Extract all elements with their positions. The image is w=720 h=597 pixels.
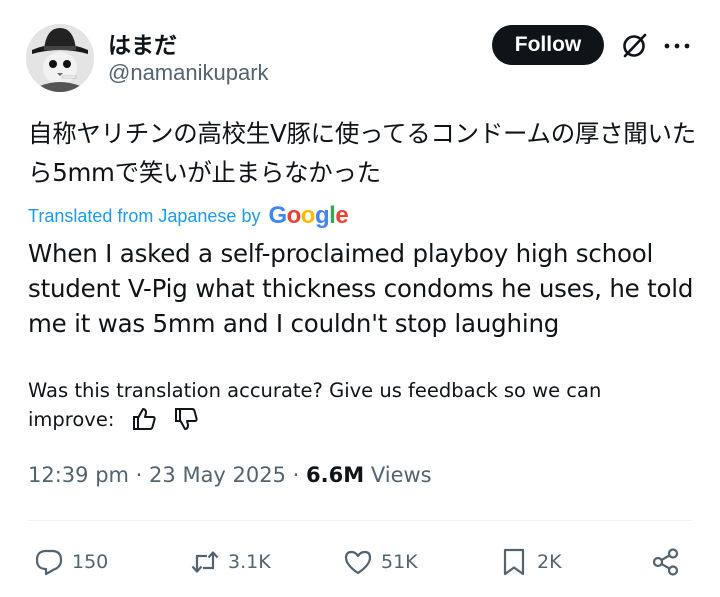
share-icon <box>652 548 679 576</box>
reply-button[interactable]: 150 <box>34 540 108 584</box>
action-bar: 150 3.1K 51K 2K <box>0 540 720 584</box>
bookmark-count: 2K <box>537 551 562 573</box>
post-date[interactable]: 23 May 2025 <box>149 463 286 487</box>
thumbs-down-icon[interactable] <box>173 407 199 431</box>
google-logo: Google <box>268 202 349 229</box>
share-button[interactable] <box>651 540 681 584</box>
thumbs-up-icon[interactable] <box>131 407 157 431</box>
post-meta: 12:39 pm · 23 May 2025 · 6.6M Views <box>28 463 432 487</box>
bookmark-icon <box>503 548 525 576</box>
divider <box>28 520 692 521</box>
bookmark-button[interactable]: 2K <box>499 540 562 584</box>
author-display-name[interactable]: はまだ <box>108 26 177 60</box>
author-handle[interactable]: @namanikupark <box>108 60 269 86</box>
repost-button[interactable]: 3.1K <box>190 540 271 584</box>
avatar[interactable] <box>26 24 94 92</box>
follow-button[interactable]: Follow <box>492 25 604 65</box>
heart-icon <box>344 550 372 575</box>
feedback-prompt: Was this translation accurate? Give us f… <box>28 379 602 431</box>
reply-count: 150 <box>72 551 109 573</box>
views-count: 6.6M <box>306 463 365 487</box>
meta-separator: · <box>292 463 300 487</box>
repost-count: 3.1K <box>228 551 271 573</box>
translated-by-link[interactable]: Translated from Japanese by Google <box>28 202 349 230</box>
post-time[interactable]: 12:39 pm <box>28 463 129 487</box>
post-original-text: 自称ヤリチンの高校生V豚に使ってるコンドームの厚さ聞いたら5mmで笑いが止まらな… <box>28 119 696 187</box>
reply-icon <box>35 549 63 576</box>
translation-feedback: Was this translation accurate? Give us f… <box>28 376 688 434</box>
cat-in-fedora-avatar <box>26 24 94 92</box>
post-translation: When I asked a self-proclaimed playboy h… <box>28 239 694 338</box>
more-icon[interactable] <box>664 43 690 49</box>
grok-icon[interactable] <box>620 32 648 60</box>
meta-separator: · <box>135 463 143 487</box>
like-count: 51K <box>381 551 418 573</box>
translated-by-label: Translated from Japanese by <box>28 205 261 226</box>
like-button[interactable]: 51K <box>343 540 418 584</box>
views-label: Views <box>370 463 432 487</box>
repost-icon <box>191 551 219 573</box>
